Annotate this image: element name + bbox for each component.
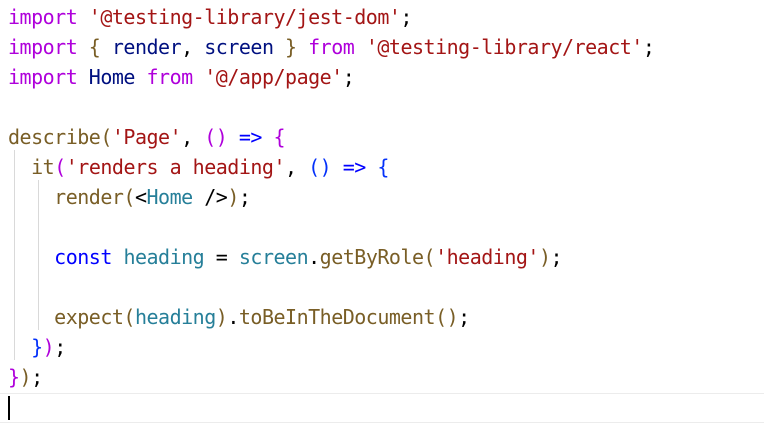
code-token: heading [134, 305, 216, 329]
code-token: { [273, 125, 286, 149]
code-token: ; [54, 335, 66, 359]
code-token: => [342, 155, 367, 179]
code-token: screen [204, 35, 274, 59]
code-token: const [54, 245, 112, 269]
code-line[interactable]: const heading = screen.getByRole('headin… [8, 242, 562, 272]
code-token: = [215, 245, 228, 269]
code-token: < [134, 185, 147, 209]
code-token: Home [88, 65, 136, 89]
code-token: import [8, 35, 78, 59]
code-line[interactable]: it('renders a heading', () => { [8, 152, 389, 182]
code-line[interactable]: }); [8, 362, 43, 392]
code-token: '@testing-library/react' [365, 35, 643, 59]
code-token: describe [8, 125, 101, 149]
code-token: Home [146, 185, 194, 209]
code-token: getByRole [319, 245, 424, 269]
code-token: from [146, 65, 194, 89]
code-editor[interactable]: import '@testing-library/jest-dom'; impor… [0, 0, 764, 423]
current-line-highlight [0, 393, 764, 423]
code-token: '@testing-library/jest-dom' [88, 5, 401, 29]
code-line[interactable]: }); [8, 332, 66, 362]
code-token: 'renders a heading' [65, 155, 286, 179]
code-token: } [8, 365, 20, 389]
code-token: , [285, 155, 309, 179]
code-token: ( [54, 155, 66, 179]
code-line[interactable]: render(<Home />); [8, 182, 251, 212]
code-token: ( [204, 125, 216, 149]
code-token: import [8, 65, 78, 89]
code-token: ; [400, 5, 412, 29]
code-token: screen [238, 245, 309, 269]
code-token: ; [342, 65, 355, 89]
code-token: ) [42, 335, 55, 359]
code-token: ) [19, 365, 32, 389]
code-token: } [285, 35, 297, 59]
code-token: ( [100, 125, 112, 149]
code-token: { [88, 35, 101, 59]
code-line[interactable]: describe('Page', () => { [8, 122, 286, 152]
code-token: { [377, 155, 389, 179]
code-token: '@/app/page' [204, 65, 343, 89]
code-token: ( [435, 305, 447, 329]
code-token: ; [550, 245, 563, 269]
code-token: toBeInTheDocument [238, 305, 436, 329]
code-token: => [238, 125, 263, 149]
code-token: ) [215, 305, 228, 329]
code-token: ) [446, 305, 459, 329]
code-token: . [308, 245, 320, 269]
code-token: ( [423, 245, 436, 269]
code-token: render [54, 185, 124, 209]
code-line[interactable]: import '@testing-library/jest-dom'; [8, 2, 412, 32]
text-cursor [8, 396, 10, 420]
code-token: ( [308, 155, 320, 179]
code-line[interactable]: import Home from '@/app/page'; [8, 62, 355, 92]
code-token: render [111, 35, 182, 59]
code-token: , [181, 35, 205, 59]
code-token: ( [123, 185, 135, 209]
code-line[interactable]: expect(heading).toBeInTheDocument(); [8, 302, 470, 332]
code-token: ) [215, 125, 228, 149]
code-token: ) [319, 155, 332, 179]
code-token: ; [642, 35, 655, 59]
code-token: ; [458, 305, 470, 329]
code-token: import [8, 5, 78, 29]
code-token: , [181, 125, 205, 149]
code-token: 'heading' [435, 245, 539, 269]
code-token: /> [192, 185, 228, 209]
code-token: ( [123, 305, 135, 329]
code-token: heading [123, 245, 205, 269]
code-token: ) [227, 185, 239, 209]
code-token: from [308, 35, 355, 59]
code-token: ) [538, 245, 551, 269]
code-token: } [31, 335, 43, 359]
code-token: ; [238, 185, 251, 209]
code-token: expect [54, 305, 124, 329]
code-line[interactable]: import { render, screen } from '@testing… [8, 32, 655, 62]
code-token: it [31, 155, 55, 179]
code-token: ; [31, 365, 43, 389]
code-token: . [227, 305, 239, 329]
code-token: 'Page' [111, 125, 182, 149]
